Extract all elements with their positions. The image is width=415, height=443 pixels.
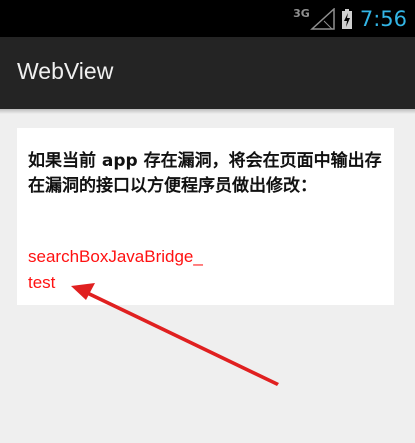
status-clock: 7:56 [359, 6, 407, 31]
network-type-label: 3G [293, 7, 310, 20]
status-icons: 3G 7:56 [293, 0, 407, 37]
webview-content: 如果当前 app 存在漏洞，将会在页面中输出存在漏洞的接口以方便程序员做出修改：… [17, 128, 394, 305]
result-line-1: searchBoxJavaBridge_ [28, 247, 203, 266]
app-title: WebView [17, 58, 114, 84]
action-bar: WebView [0, 37, 415, 109]
signal-icon [309, 7, 335, 30]
vulnerable-interface-output: searchBoxJavaBridge_test [28, 244, 203, 296]
vulnerability-message: 如果当前 app 存在漏洞，将会在页面中输出存在漏洞的接口以方便程序员做出修改： [28, 151, 382, 196]
status-bar: 3G 7:56 [0, 0, 415, 37]
battery-icon [341, 8, 352, 29]
result-line-2: test [28, 273, 56, 292]
action-bar-shadow [0, 109, 415, 114]
